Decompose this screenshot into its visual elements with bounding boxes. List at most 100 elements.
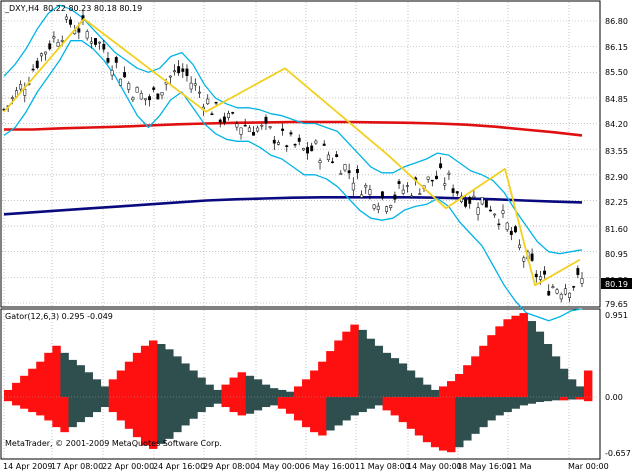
- candle-body: [48, 43, 52, 50]
- gator-up-bar: [511, 315, 520, 397]
- gator-up-bar: [519, 313, 528, 397]
- candle-body: [306, 147, 310, 154]
- gator-up-bar: [132, 352, 142, 397]
- candle-body: [497, 223, 501, 226]
- gator-down-bar: [100, 397, 110, 408]
- candle-body: [19, 84, 23, 90]
- gator-down-bar: [326, 397, 335, 431]
- gator-up-bar: [285, 391, 295, 397]
- candle-body: [480, 196, 484, 205]
- gator-down-bar: [293, 397, 303, 421]
- candle-body: [293, 143, 297, 146]
- gator-up-bar: [277, 389, 287, 397]
- candle-body: [551, 286, 555, 288]
- gator-down-bar: [567, 397, 577, 400]
- gator-down-bar: [414, 397, 424, 436]
- candle-body: [364, 185, 368, 188]
- candle-body: [89, 41, 93, 44]
- gator-down-bar: [261, 397, 271, 408]
- candle-body: [538, 276, 542, 280]
- candle-body: [168, 75, 172, 78]
- gator-up-bar: [398, 363, 408, 397]
- candle-body: [114, 57, 118, 63]
- candle-body: [576, 268, 580, 275]
- gator-up-bar: [4, 389, 13, 397]
- candle-body: [435, 175, 438, 180]
- gator-down-bar: [205, 397, 214, 408]
- gator-down-bar: [487, 397, 496, 421]
- gator-down-bar: [277, 397, 287, 409]
- candle-body: [418, 193, 422, 195]
- gator-up-bar: [157, 344, 166, 397]
- candle-body: [489, 209, 492, 212]
- gator-down-bar: [310, 397, 319, 433]
- candle-body: [272, 139, 276, 144]
- candle-body: [160, 92, 164, 96]
- candle-body: [148, 96, 151, 101]
- candle-body: [310, 145, 314, 152]
- candle-body: [23, 88, 27, 96]
- gator-down-bar: [269, 397, 279, 406]
- gator-down-bar: [285, 397, 295, 414]
- candle-body: [77, 28, 81, 33]
- candle-body: [94, 38, 97, 45]
- candle-body: [464, 199, 468, 207]
- time-label: 11 May 08:00: [355, 462, 410, 471]
- gator-up-bar: [213, 389, 222, 397]
- gator-up-bar: [293, 386, 303, 397]
- candle-body: [243, 124, 247, 127]
- gator-down-bar: [318, 397, 327, 436]
- candle-body: [256, 127, 260, 132]
- candle-body: [580, 278, 584, 284]
- gator-down-bar: [390, 397, 400, 416]
- gator-up-bar: [68, 359, 77, 397]
- price-level: 84.85: [605, 95, 628, 104]
- gator-down-bar: [422, 397, 432, 443]
- candle-body: [60, 40, 64, 42]
- gator-down-bar: [503, 397, 512, 413]
- gator-up-bar: [406, 370, 416, 397]
- candle-body: [559, 294, 563, 300]
- candle-body: [572, 286, 576, 288]
- gator-down-bar: [229, 397, 238, 413]
- candle-body: [368, 189, 372, 195]
- gator-down-bar: [12, 397, 21, 406]
- gator-down-bar: [108, 397, 118, 413]
- gator-up-bar: [527, 321, 537, 397]
- gator-down-bar: [20, 397, 29, 409]
- candle-body: [547, 290, 551, 296]
- gator-up-bar: [495, 326, 504, 397]
- gator-up-bar: [471, 356, 480, 397]
- gator-down-bar: [157, 397, 166, 444]
- candle-body: [189, 82, 193, 90]
- price-level: 79.65: [605, 300, 628, 309]
- candle-body: [543, 270, 547, 275]
- gator-down-bar: [438, 397, 448, 451]
- gator-down-bar: [463, 397, 472, 441]
- gator-down-bar: [116, 397, 126, 421]
- candle-body: [123, 72, 127, 78]
- gator-down-bar: [447, 397, 456, 453]
- gator-down-bar: [430, 397, 440, 448]
- gator-up-bar: [455, 374, 464, 397]
- gator-up-bar: [205, 384, 214, 397]
- price-level: 86.15: [605, 43, 628, 52]
- candle-body: [372, 204, 376, 209]
- gator-down-bar: [543, 397, 553, 402]
- gator-up-bar: [463, 365, 472, 397]
- candle-body: [264, 116, 268, 124]
- gator-down-bar: [213, 397, 222, 404]
- price-level: 81.60: [605, 225, 628, 234]
- candle-body: [347, 170, 351, 174]
- gator-up-bar: [76, 365, 85, 397]
- candle-body: [56, 42, 60, 47]
- gator-down-bar: [237, 397, 247, 416]
- gator-up-bar: [414, 377, 424, 397]
- price-axis: 86.80 86.15 85.50 84.85 84.20 83.55 82.9…: [605, 17, 628, 309]
- time-label: 18 May 16:00: [457, 462, 512, 471]
- gator-label: Gator(12,6,3) 0.295 -0.049: [5, 312, 113, 321]
- gator-down-bar: [471, 397, 480, 434]
- gator-down-bar: [4, 397, 13, 402]
- gator-down-bar: [527, 397, 537, 404]
- gator-down-bar: [197, 397, 206, 413]
